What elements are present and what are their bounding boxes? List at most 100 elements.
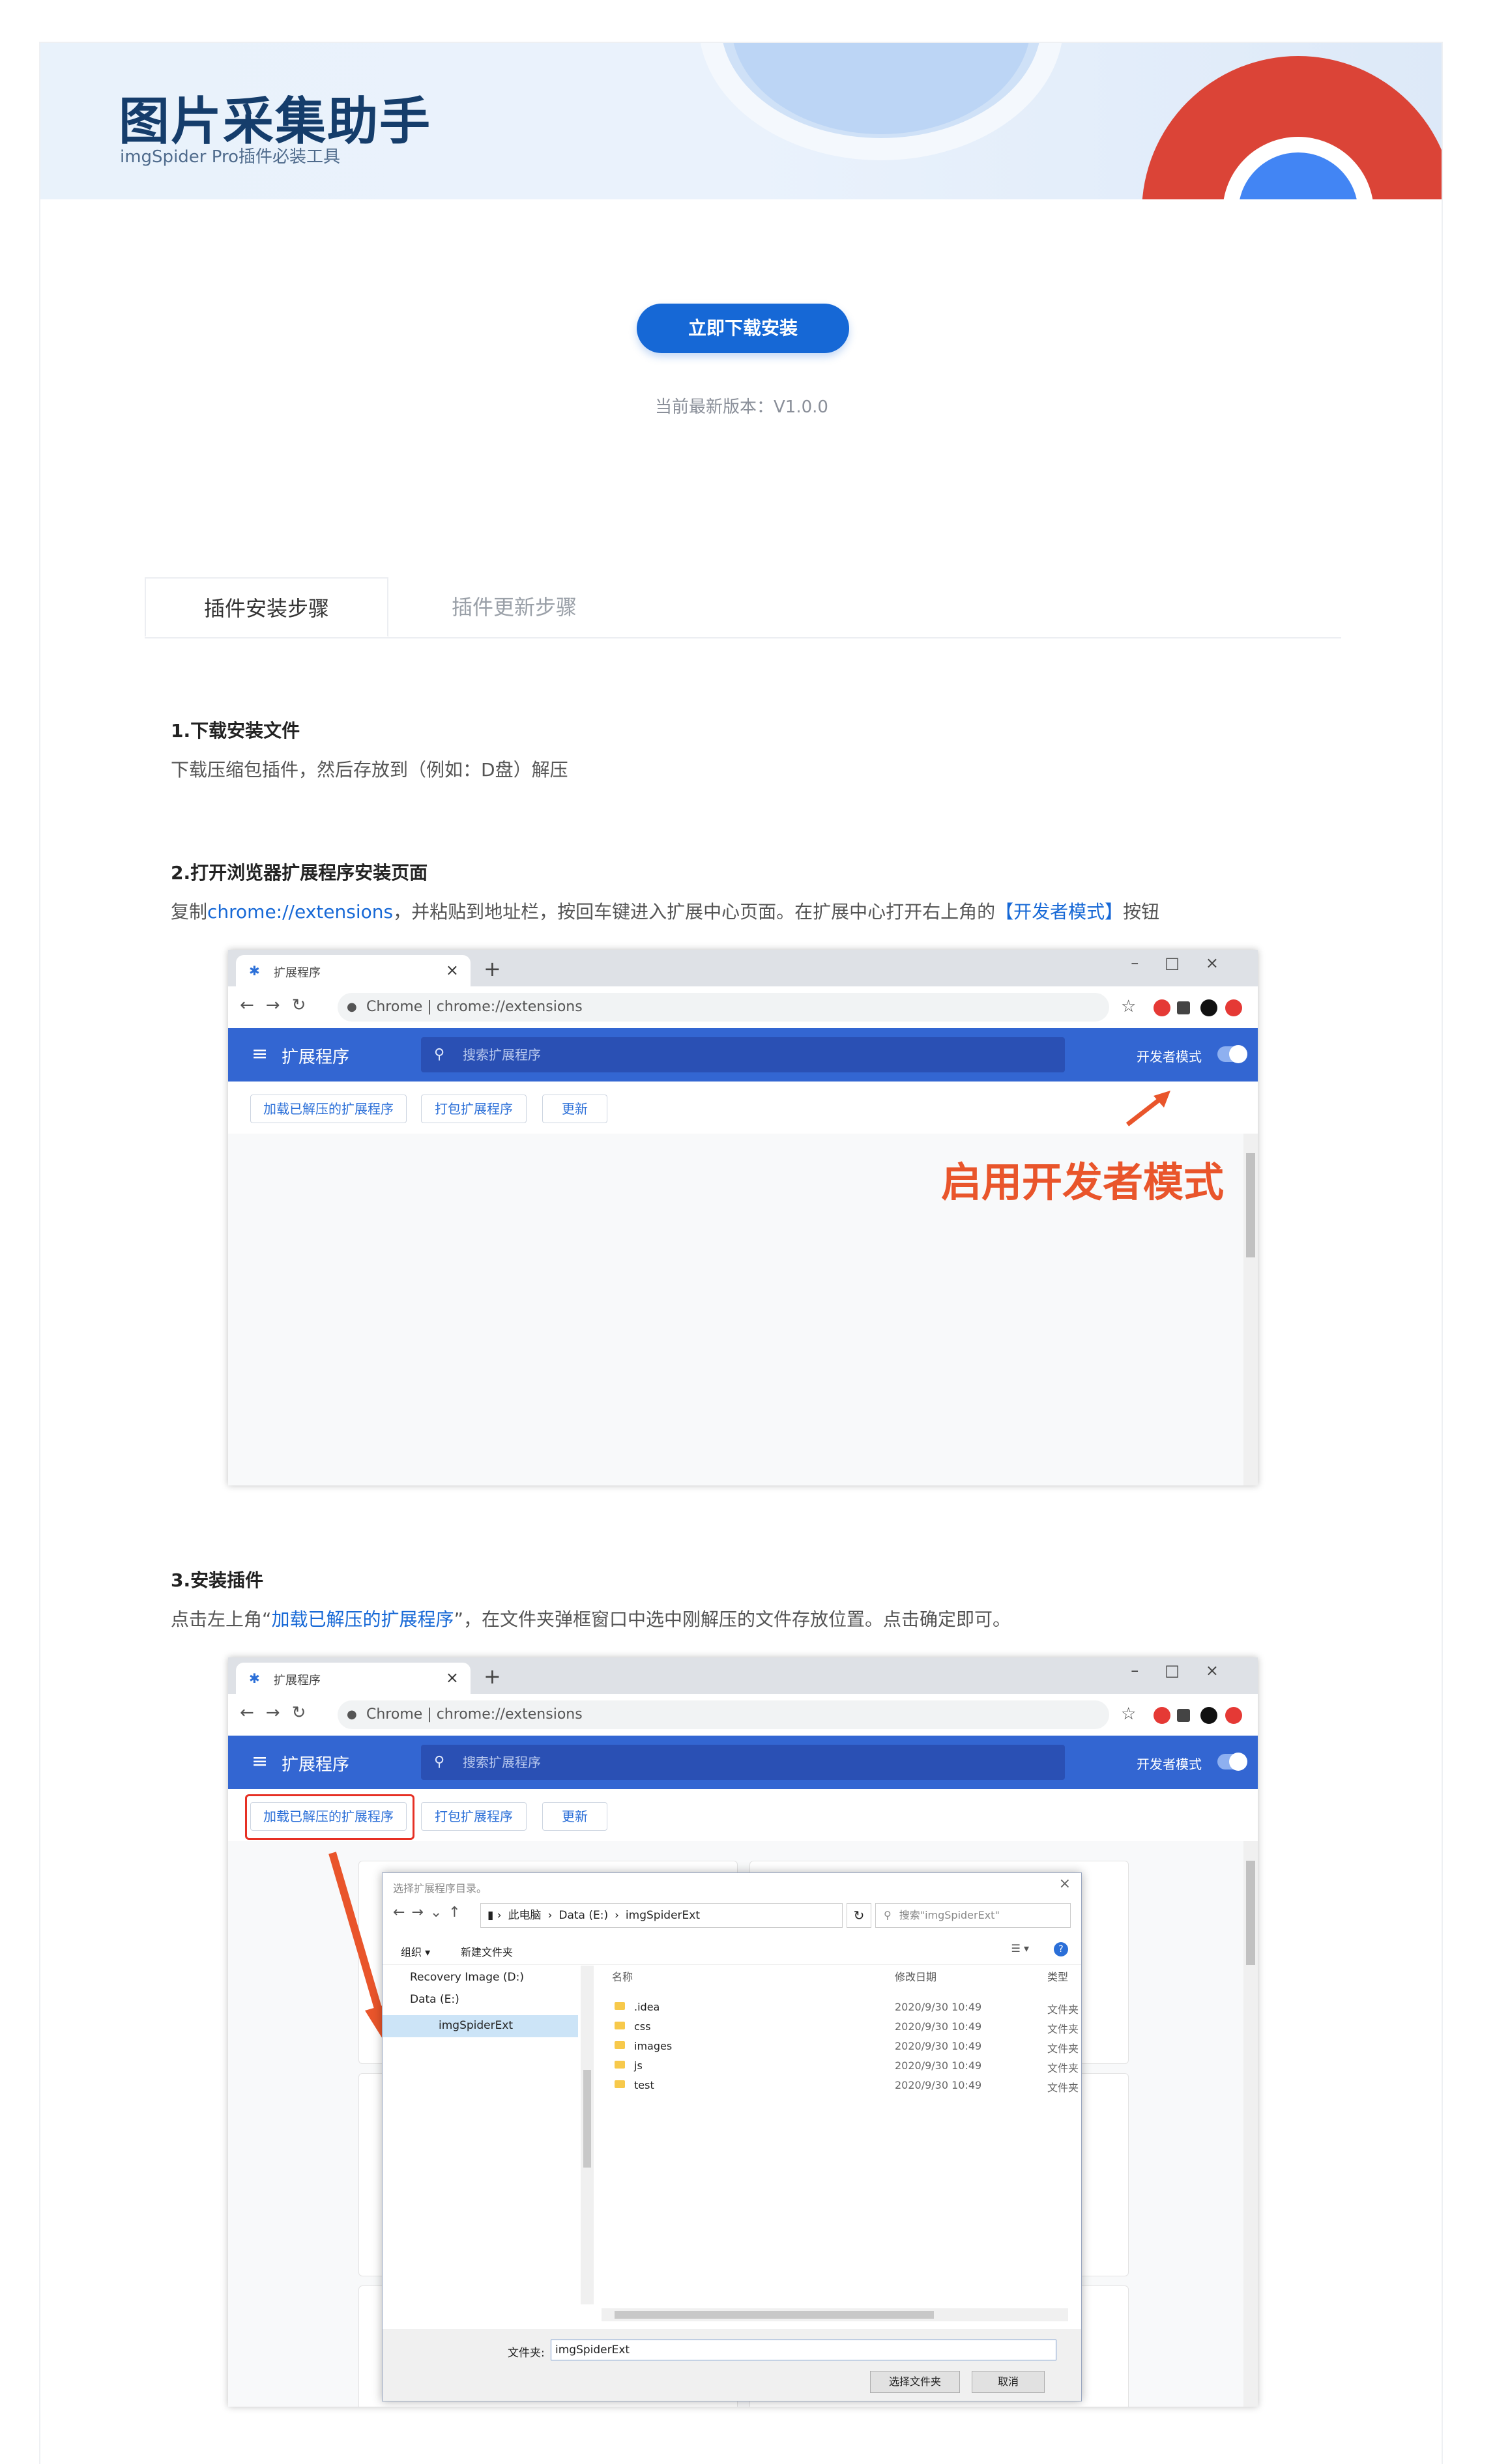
cancel-button[interactable]: 取消 <box>972 2371 1045 2393</box>
search-icon: ⚲ <box>884 1909 892 1921</box>
star-icon[interactable]: ☆ <box>1121 1704 1136 1724</box>
extensions-search[interactable]: ⚲ 搜索扩展程序 <box>421 1745 1065 1780</box>
puzzle-icon[interactable] <box>1177 1709 1190 1722</box>
banner: 图片采集助手 imgSpider Pro插件必装工具 <box>40 43 1442 199</box>
omnibox[interactable]: ● Chrome | chrome://extensions <box>338 1700 1109 1729</box>
scrollbar[interactable] <box>1243 1134 1258 1485</box>
developer-mode-toggle[interactable] <box>1217 1753 1247 1771</box>
column-header-type[interactable]: 类型 <box>1047 1968 1068 1984</box>
screenshot-load-unpacked: ✱ 扩展程序 × + –□× ←→↻ ● Chrome | chrome://exte… <box>228 1657 1258 2407</box>
nav-arrows-icon[interactable]: ←→↻ <box>240 996 317 1015</box>
window-controls[interactable]: –□× <box>1131 1661 1245 1680</box>
menu-icon[interactable]: ≡ <box>252 1750 268 1773</box>
update-button[interactable]: 更新 <box>542 1095 607 1123</box>
new-tab-icon[interactable]: + <box>484 1664 501 1689</box>
browser-tab[interactable]: ✱ 扩展程序 × <box>236 955 471 986</box>
omnibox-url: chrome://extensions <box>436 999 583 1015</box>
pack-extension-button[interactable]: 打包扩展程序 <box>421 1095 527 1123</box>
extension-icon[interactable] <box>1154 999 1170 1016</box>
file-row[interactable]: images 2020/9/30 10:49 文件夹 <box>598 2039 1081 2058</box>
window-controls[interactable]: –□× <box>1131 954 1245 972</box>
extension-icon[interactable] <box>1154 1707 1170 1724</box>
main-card: 图片采集助手 imgSpider Pro插件必装工具 立即下载安装 当前最新版本… <box>39 42 1443 2464</box>
new-folder-button[interactable]: 新建文件夹 <box>461 1943 513 1959</box>
banner-subtitle: imgSpider Pro插件必装工具 <box>120 147 340 167</box>
puzzle-icon[interactable] <box>1177 1001 1190 1014</box>
dialog-search-input[interactable]: ⚲ 搜索"imgSpiderExt" <box>875 1903 1071 1928</box>
load-unpacked-button[interactable]: 加载已解压的扩展程序 <box>250 1095 407 1123</box>
omnibox[interactable]: ● Chrome | chrome://extensions <box>338 993 1109 1022</box>
nav-arrows-icon[interactable]: ←→⌄↑ <box>393 1904 467 1921</box>
file-list: 名称 修改日期 类型 .idea 2020/9/30 10:49 文件夹 css 20… <box>598 1964 1081 2303</box>
close-icon[interactable]: × <box>446 961 459 979</box>
developer-mode-link[interactable]: 【开发者模式】 <box>995 901 1123 923</box>
dialog-toolbar: 组织 ▾ 新建文件夹 ☰ ▾ ? <box>383 1936 1081 1965</box>
tab-update-steps[interactable]: 插件更新步骤 <box>392 577 636 637</box>
organize-menu[interactable]: 组织 ▾ <box>401 1943 430 1959</box>
extensions-url-link[interactable]: chrome://extensions <box>207 901 393 923</box>
address-bar: ←→↻ ● Chrome | chrome://extensions ☆ <box>228 986 1258 1029</box>
file-row[interactable]: css 2020/9/30 10:49 文件夹 <box>598 2019 1081 2039</box>
scrollbar-thumb[interactable] <box>615 2311 934 2319</box>
info-icon: ● <box>347 1000 357 1014</box>
folder-input[interactable]: imgSpiderExt <box>551 2340 1056 2360</box>
puzzle-icon: ✱ <box>249 1670 260 1686</box>
dialog-footer: 文件夹: imgSpiderExt 选择文件夹 取消 <box>383 2329 1081 2401</box>
tree-item[interactable]: Data (E:) <box>410 1993 459 2006</box>
developer-mode-toggle[interactable] <box>1217 1045 1247 1063</box>
scrollbar-thumb[interactable] <box>1246 1153 1255 1257</box>
avatar[interactable] <box>1200 999 1217 1016</box>
refresh-icon[interactable]: ↻ <box>847 1903 871 1928</box>
step-1-title: 1.下载安装文件 <box>171 720 300 741</box>
tree-scrollbar[interactable] <box>581 1966 594 2304</box>
column-header-date[interactable]: 修改日期 <box>895 1968 936 1984</box>
pack-extension-button[interactable]: 打包扩展程序 <box>421 1802 527 1831</box>
new-tab-icon[interactable]: + <box>484 956 501 981</box>
developer-mode-label: 开发者模式 <box>1137 1049 1202 1065</box>
breadcrumb-item[interactable]: Data (E:) <box>559 1909 608 1922</box>
scrollbar-thumb[interactable] <box>1246 1861 1255 1965</box>
tab-bar: 插件安装步骤 插件更新步骤 <box>145 577 1341 638</box>
scrollbar[interactable] <box>1243 1841 1258 2407</box>
breadcrumb-item[interactable]: 此电脑 <box>508 1909 542 1922</box>
horizontal-scrollbar[interactable] <box>602 2308 1068 2321</box>
close-icon[interactable]: × <box>446 1669 459 1687</box>
dialog-title: 选择扩展程序目录。 <box>393 1882 487 1895</box>
file-row[interactable]: js 2020/9/30 10:49 文件夹 <box>598 2058 1081 2078</box>
file-name: css <box>634 2020 651 2033</box>
extensions-search[interactable]: ⚲ 搜索扩展程序 <box>421 1037 1065 1072</box>
tree-item-selected[interactable]: imgSpiderExt <box>439 2019 513 2032</box>
breadcrumb-item[interactable]: imgSpiderExt <box>626 1909 700 1922</box>
step-2-title: 2.打开浏览器扩展程序安装页面 <box>171 862 428 883</box>
file-type: 文件夹 <box>1047 2023 1079 2035</box>
extension-icon[interactable] <box>1225 1707 1242 1724</box>
view-options-icon[interactable]: ☰ ▾ <box>1011 1942 1029 1955</box>
load-unpacked-link[interactable]: 加载已解压的扩展程序 <box>272 1609 454 1630</box>
breadcrumb[interactable]: ▮ › 此电脑 › Data (E:) › imgSpiderExt <box>480 1903 843 1928</box>
star-icon[interactable]: ☆ <box>1121 997 1136 1016</box>
tree-item[interactable]: Recovery Image (D:) <box>410 1971 524 1984</box>
file-row[interactable]: test 2020/9/30 10:49 文件夹 <box>598 2078 1081 2097</box>
version-text: 当前最新版本：V1.0.0 <box>655 397 828 417</box>
extensions-header: ≡ 扩展程序 ⚲ 搜索扩展程序 开发者模式 <box>228 1736 1258 1789</box>
extension-icon[interactable] <box>1225 999 1242 1016</box>
close-icon[interactable]: × <box>1059 1876 1071 1892</box>
download-install-button[interactable]: 立即下载安装 <box>637 304 849 353</box>
column-header-name[interactable]: 名称 <box>612 1968 633 1984</box>
help-icon[interactable]: ? <box>1054 1942 1068 1956</box>
step-2-text-suffix: 按钮 <box>1123 901 1160 923</box>
menu-icon[interactable]: ≡ <box>252 1042 268 1065</box>
search-placeholder: 搜索扩展程序 <box>463 1755 541 1770</box>
screenshot-extensions-page: ✱ 扩展程序 × + –□× ←→↻ ● Chrome | chrome://exte… <box>228 950 1258 1485</box>
file-row[interactable]: .idea 2020/9/30 10:49 文件夹 <box>598 1999 1081 2019</box>
avatar[interactable] <box>1200 1707 1217 1724</box>
update-button[interactable]: 更新 <box>542 1802 607 1831</box>
browser-tab[interactable]: ✱ 扩展程序 × <box>236 1663 471 1694</box>
info-icon: ● <box>347 1708 357 1721</box>
scrollbar-thumb[interactable] <box>583 2070 591 2168</box>
step-2-text-prefix: 复制 <box>171 901 208 923</box>
extensions-toolbar: 加载已解压的扩展程序 打包扩展程序 更新 <box>228 1082 1258 1134</box>
select-folder-button[interactable]: 选择文件夹 <box>870 2371 960 2393</box>
tab-install-steps[interactable]: 插件安装步骤 <box>145 577 388 637</box>
nav-arrows-icon[interactable]: ←→↻ <box>240 1703 317 1723</box>
